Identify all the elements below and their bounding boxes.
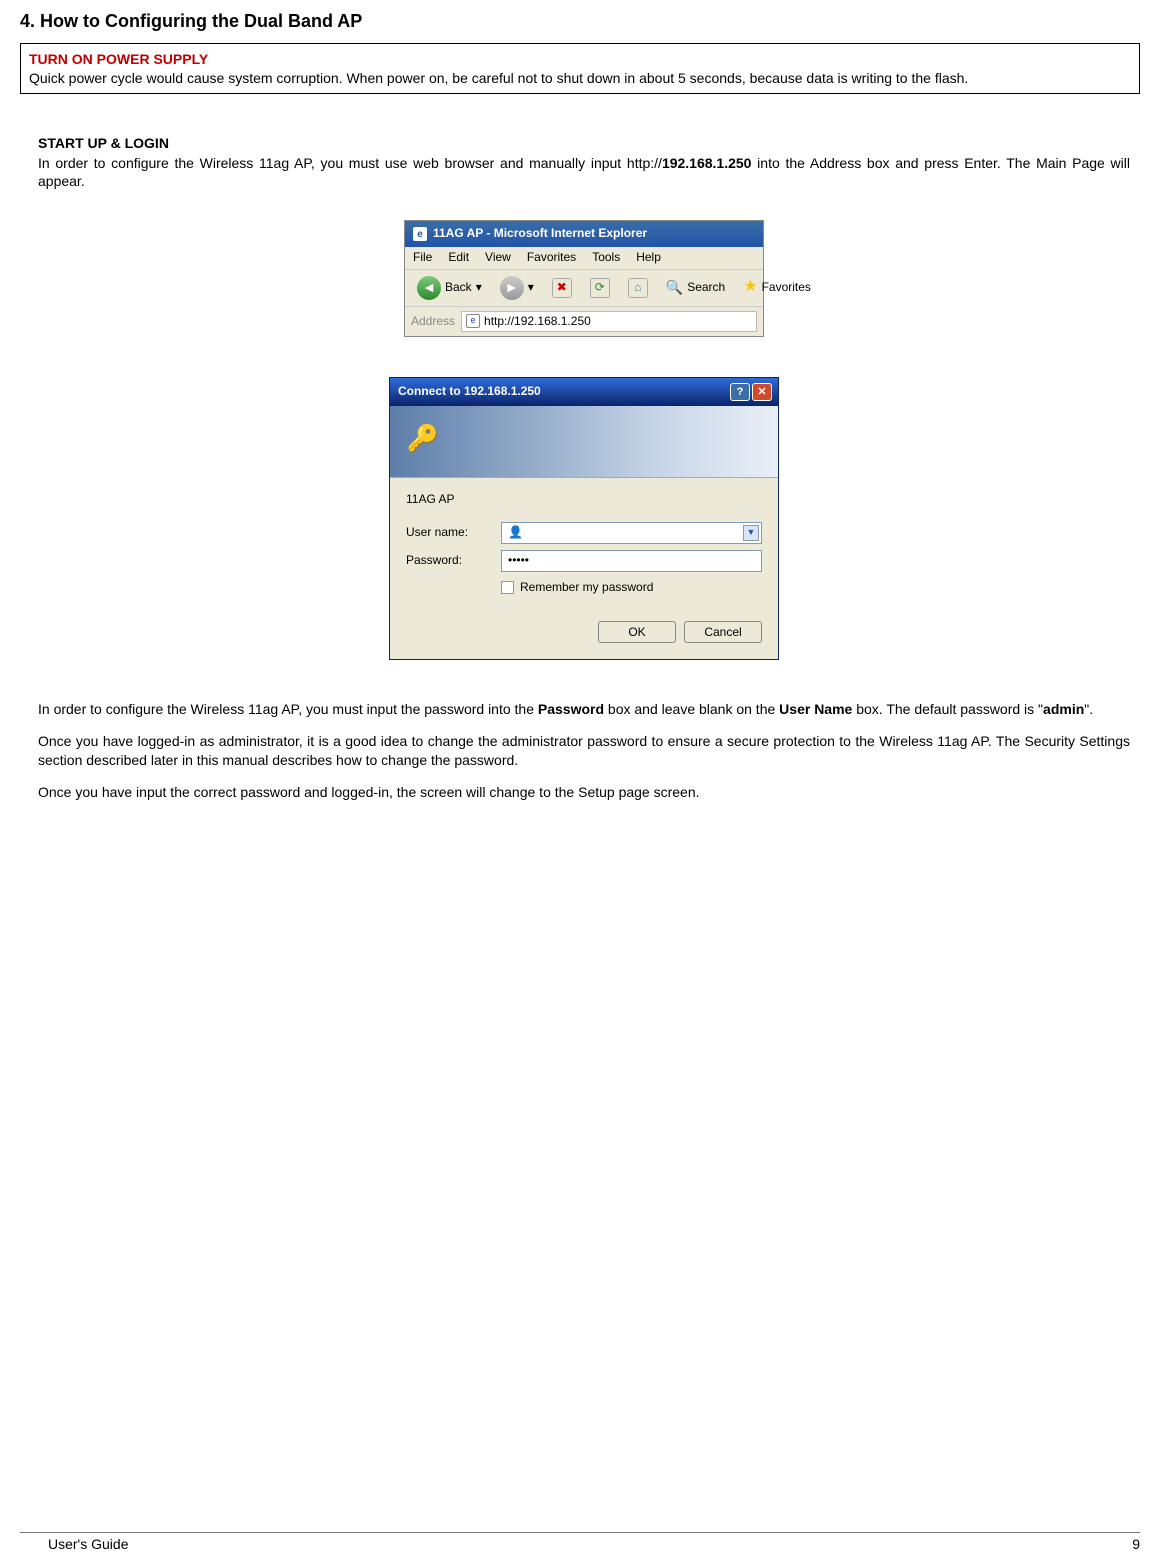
chevron-down-icon[interactable]: ▼ xyxy=(743,525,759,541)
p1-password: Password xyxy=(538,701,604,717)
startup-intro: In order to configure the Wireless 11ag … xyxy=(38,154,1130,190)
login-dialog: Connect to 192.168.1.250 ? ✕ 🔑 11AG AP U… xyxy=(389,377,779,660)
forward-button[interactable]: ► ▾ xyxy=(494,274,540,302)
dialog-banner: 🔑 xyxy=(390,406,778,478)
footer-guide: User's Guide xyxy=(20,1535,128,1553)
warning-title: TURN ON POWER SUPPLY xyxy=(29,50,1131,68)
menu-help[interactable]: Help xyxy=(636,250,661,266)
dialog-titlebar: Connect to 192.168.1.250 ? ✕ xyxy=(390,378,778,406)
back-button[interactable]: ◄ Back ▾ xyxy=(411,274,488,302)
stop-icon: ✖ xyxy=(552,278,572,298)
search-button[interactable]: 🔍 Search xyxy=(660,276,731,298)
back-icon: ◄ xyxy=(417,276,441,300)
browser-window: e 11AG AP - Microsoft Internet Explorer … xyxy=(404,220,764,337)
p1-e: box. The default password is " xyxy=(852,701,1043,717)
intro-text-a: In order to configure the Wireless 11ag … xyxy=(38,155,662,171)
section-title: 4. How to Configuring the Dual Band AP xyxy=(20,10,1140,33)
chevron-down-icon: ▾ xyxy=(476,280,482,296)
username-field[interactable]: 👤 ▼ xyxy=(501,522,762,544)
p1-a: In order to configure the Wireless 11ag … xyxy=(38,701,538,717)
menu-view[interactable]: View xyxy=(485,250,511,266)
user-icon: 👤 xyxy=(508,525,523,541)
help-button[interactable]: ? xyxy=(730,383,750,401)
favorites-button[interactable]: ★ Favorites xyxy=(737,275,817,300)
page-icon: e xyxy=(466,314,480,328)
remember-checkbox[interactable] xyxy=(501,581,514,594)
remember-label: Remember my password xyxy=(520,580,653,596)
refresh-button[interactable]: ⟳ xyxy=(584,276,616,300)
browser-title: 11AG AP - Microsoft Internet Explorer xyxy=(433,226,647,242)
menu-edit[interactable]: Edit xyxy=(448,250,469,266)
page-footer: User's Guide 9 xyxy=(20,1532,1140,1553)
cancel-button[interactable]: Cancel xyxy=(684,621,762,643)
search-icon: 🔍 xyxy=(666,278,683,296)
browser-titlebar: e 11AG AP - Microsoft Internet Explorer xyxy=(405,221,763,247)
address-value: http://192.168.1.250 xyxy=(484,314,591,330)
address-bar: Address e http://192.168.1.250 xyxy=(405,307,763,337)
username-label: User name: xyxy=(406,525,491,541)
browser-toolbar: ◄ Back ▾ ► ▾ ✖ ⟳ ⌂ 🔍 Search ★ xyxy=(405,269,763,307)
forward-icon: ► xyxy=(500,276,524,300)
refresh-icon: ⟳ xyxy=(590,278,610,298)
dialog-title: Connect to 192.168.1.250 xyxy=(398,384,541,400)
menu-tools[interactable]: Tools xyxy=(592,250,620,266)
ie-icon: e xyxy=(413,227,427,241)
warning-box: TURN ON POWER SUPPLY Quick power cycle w… xyxy=(20,43,1140,93)
p1-c: box and leave blank on the xyxy=(604,701,779,717)
warning-text: Quick power cycle would cause system cor… xyxy=(29,69,1131,87)
close-button[interactable]: ✕ xyxy=(752,383,772,401)
paragraph-3: Once you have input the correct password… xyxy=(38,783,1130,801)
password-value: ••••• xyxy=(508,553,529,569)
stop-button[interactable]: ✖ xyxy=(546,276,578,300)
favorites-label: Favorites xyxy=(762,280,811,296)
p1-admin: admin xyxy=(1043,701,1084,717)
chevron-down-icon: ▾ xyxy=(528,280,534,296)
ok-button[interactable]: OK xyxy=(598,621,676,643)
back-label: Back xyxy=(445,280,472,296)
home-icon: ⌂ xyxy=(628,278,648,298)
password-field[interactable]: ••••• xyxy=(501,550,762,572)
p1-username: User Name xyxy=(779,701,852,717)
star-icon: ★ xyxy=(743,277,757,298)
paragraph-2: Once you have logged-in as administrator… xyxy=(38,732,1130,768)
intro-ip: 192.168.1.250 xyxy=(662,155,752,171)
password-label: Password: xyxy=(406,553,491,569)
p1-g: ". xyxy=(1084,701,1093,717)
menu-file[interactable]: File xyxy=(413,250,432,266)
dialog-realm: 11AG AP xyxy=(406,492,762,508)
footer-page-number: 9 xyxy=(1132,1535,1140,1553)
address-label: Address xyxy=(411,314,455,330)
search-label: Search xyxy=(687,280,725,296)
startup-title: START UP & LOGIN xyxy=(38,134,1130,152)
keys-icon: 🔑 xyxy=(404,420,442,458)
home-button[interactable]: ⌂ xyxy=(622,276,654,300)
menu-favorites[interactable]: Favorites xyxy=(527,250,576,266)
address-input[interactable]: e http://192.168.1.250 xyxy=(461,311,757,333)
paragraph-1: In order to configure the Wireless 11ag … xyxy=(38,700,1130,718)
browser-menubar: File Edit View Favorites Tools Help xyxy=(405,247,763,269)
